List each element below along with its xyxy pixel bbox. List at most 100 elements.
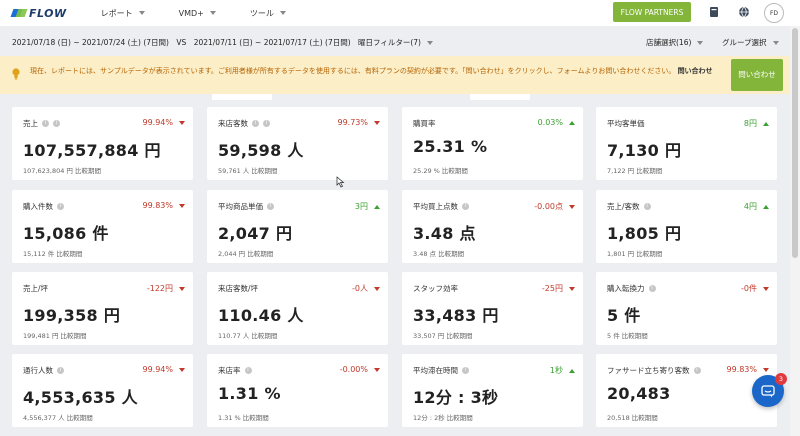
nav-tools[interactable]: ツール	[250, 8, 286, 19]
info-icon[interactable]: i	[462, 203, 469, 210]
metric-change: 1秒	[550, 365, 575, 376]
metric-value: 59,598 人	[218, 141, 304, 160]
metric-label: 売上/客数 i	[607, 201, 651, 212]
metric-card[interactable]: 平均滞在時間 i 1秒 12分 : 3秒 12分 : 2秒 比較期間	[402, 354, 583, 427]
metric-value: 110.46 人	[218, 306, 304, 325]
triangle-down-icon	[374, 286, 380, 291]
triangle-down-icon	[179, 203, 185, 208]
nav-reports[interactable]: レポート	[101, 8, 145, 19]
inquiry-link[interactable]: 問い合わせ	[678, 67, 713, 75]
metric-card[interactable]: 通行人数 i 99.94% 4,553,635 人 4,556,377 人 比較期間	[12, 354, 193, 427]
metric-change: -0.00%	[340, 365, 380, 374]
metric-label-text: 購買率	[413, 119, 436, 128]
info-icon[interactable]: i	[244, 367, 252, 374]
info-icon[interactable]: i	[643, 203, 651, 210]
metric-change: 4円	[744, 201, 769, 212]
metric-card[interactable]: 来店率 i -0.00% 1.31 % 1.31 % 比較期間	[207, 354, 388, 427]
inquiry-button[interactable]: 問い合わせ	[731, 59, 783, 91]
metric-card[interactable]: 購買率 0.03% 25.31 % 25.29 % 比較期間	[402, 107, 583, 180]
vs-label: VS	[176, 38, 187, 47]
metric-previous: 7,122 円 比較期間	[607, 167, 663, 175]
metric-change: 8円	[744, 118, 769, 129]
filter-bar: 2021/07/18 (日) ~ 2021/07/24 (土) (7日間) VS…	[0, 30, 800, 54]
metric-label-text: 売上/客数	[607, 202, 640, 211]
info-icon[interactable]: i	[693, 367, 701, 374]
metric-value: 15,086 件	[23, 224, 109, 243]
metric-change: 99.94%	[142, 118, 185, 127]
metric-label-text: 売上/坪	[23, 284, 49, 293]
metric-change-value: 99.73%	[337, 118, 368, 127]
globe-icon[interactable]	[738, 6, 750, 18]
metric-card[interactable]: 来店客数 i i 99.73% 59,598 人 59,761 人 比較期間	[207, 107, 388, 180]
metric-label-text: 来店率	[218, 366, 241, 375]
store-select-dropdown[interactable]: 店舗選択(16)	[646, 37, 704, 48]
metric-label: 購入転換力 i	[607, 283, 656, 294]
metric-card[interactable]: スタッフ効率 -25円 33,483 円 33,507 円 比較期間	[402, 272, 583, 345]
lightbulb-icon	[12, 68, 20, 80]
notice-text: 現在、レポートには、サンプルデータが表示されています。ご利用者様が所有するデータ…	[30, 66, 730, 77]
info-icon[interactable]: i	[42, 120, 49, 127]
metric-label: 来店客数/坪	[218, 283, 258, 294]
metric-card[interactable]: 売上/客数 i 4円 1,805 円 1,801 円 比較期間	[596, 190, 777, 263]
metric-change: -0.00点	[534, 201, 575, 212]
metric-card[interactable]: 購入件数 i 99.83% 15,086 件 15,112 件 比較期間	[12, 190, 193, 263]
info-icon[interactable]: i	[462, 367, 469, 374]
info-icon[interactable]: i	[53, 120, 60, 127]
info-icon[interactable]: i	[57, 367, 64, 374]
metric-previous: 20,518 比較期間	[607, 414, 658, 422]
metric-card[interactable]: 購入転換力 i -0件 5 件 5 件 比較期間	[596, 272, 777, 345]
metric-card[interactable]: 売上/坪 -122円 199,358 円 199,481 円 比較期間	[12, 272, 193, 345]
metric-value: 20,483	[607, 384, 671, 403]
chevron-down-icon	[138, 11, 145, 15]
metric-change-value: -25円	[541, 284, 563, 293]
weekday-filter-dropdown[interactable]: 曜日フィルター(7)	[358, 37, 433, 48]
metric-previous: 110.77 人 比較期間	[218, 332, 278, 340]
metric-card[interactable]: 平均商品単価 i 3円 2,047 円 2,044 円 比較期間	[207, 190, 388, 263]
metric-change-value: 1秒	[549, 366, 563, 375]
metric-card[interactable]: 来店客数/坪 -0人 110.46 人 110.77 人 比較期間	[207, 272, 388, 345]
metric-label: 通行人数 i	[23, 365, 64, 376]
metric-value: 4,553,635 人	[23, 388, 138, 407]
metric-card[interactable]: 平均客単価 8円 7,130 円 7,122 円 比較期間	[596, 107, 777, 180]
info-icon[interactable]: i	[263, 120, 270, 127]
chevron-down-icon	[426, 40, 433, 45]
metric-value: 1,805 円	[607, 224, 682, 243]
info-icon[interactable]: i	[648, 285, 656, 292]
metric-change: 99.83%	[726, 365, 769, 374]
metric-card[interactable]: ファサード立ち寄り客数 i 99.83% 20,483 20,518 比較期間	[596, 354, 777, 427]
chevron-down-icon	[279, 11, 286, 15]
group-select-dropdown[interactable]: グループ選択	[722, 37, 779, 48]
metric-value: 2,047 円	[218, 224, 293, 243]
metric-change: 99.94%	[142, 365, 185, 374]
metric-value: 7,130 円	[607, 141, 682, 160]
metric-label: 来店率 i	[218, 365, 252, 376]
metric-label-text: 来店客数/坪	[218, 284, 259, 293]
metric-label-text: 売上	[23, 119, 38, 128]
info-icon[interactable]: i	[267, 203, 274, 210]
metric-change-value: -0.00点	[534, 202, 563, 211]
metric-previous: 33,507 円 比較期間	[413, 332, 473, 340]
metric-label: 購入件数 i	[23, 201, 64, 212]
metric-change-value: 8円	[743, 119, 757, 128]
info-icon[interactable]: i	[57, 203, 64, 210]
metric-previous: 15,112 件 比較期間	[23, 250, 83, 258]
user-avatar[interactable]: FD	[764, 3, 784, 23]
metric-label-text: 平均滞在時間	[413, 366, 458, 375]
triangle-down-icon	[763, 286, 769, 291]
scrollbar-thumb[interactable]	[792, 28, 798, 258]
info-icon[interactable]: i	[252, 120, 259, 127]
metric-card[interactable]: 平均買上点数 i -0.00点 3.48 点 3.48 点 比較期間	[402, 190, 583, 263]
metric-change: 0.03%	[538, 118, 575, 127]
flow-partners-button[interactable]: FLOW PARTNERS	[613, 2, 691, 22]
flow-logo[interactable]: FLOW	[10, 7, 67, 20]
chevron-down-icon	[772, 40, 779, 45]
book-icon[interactable]	[708, 6, 720, 18]
metric-card[interactable]: 売上 i i 99.94% 107,557,884 円 107,623,804 円 比較期…	[12, 107, 193, 180]
date-range[interactable]: 2021/07/18 (日) ~ 2021/07/24 (土) (7日間) VS…	[12, 37, 351, 48]
metric-label-text: ファサード立ち寄り客数	[607, 366, 690, 375]
nav-vmd[interactable]: VMD+	[179, 9, 216, 18]
metric-value: 33,483 円	[413, 306, 499, 325]
metric-previous: 59,761 人 比較期間	[218, 167, 278, 175]
flow-logo-icon	[10, 7, 28, 19]
triangle-down-icon	[374, 120, 380, 125]
